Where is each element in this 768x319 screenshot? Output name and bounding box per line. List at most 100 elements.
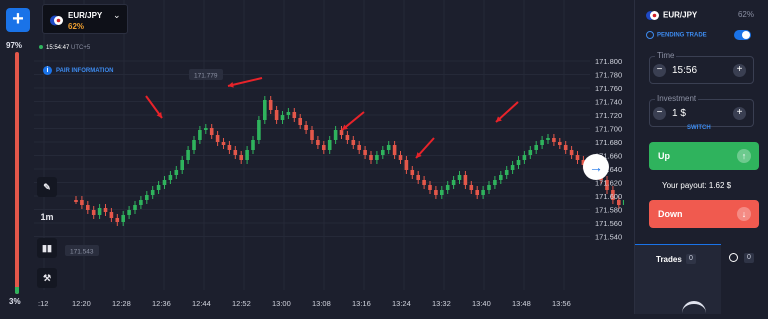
price-label: 171.600 bbox=[595, 192, 622, 201]
price-label: 171.700 bbox=[595, 125, 622, 134]
investment-minus-button[interactable]: − bbox=[653, 107, 666, 120]
candle-body bbox=[528, 150, 533, 155]
server-clock: 15:54:47 UTC+5 bbox=[39, 45, 90, 51]
time-label: :12 bbox=[38, 299, 48, 308]
candle-body bbox=[481, 190, 485, 195]
pending-trade-toggle[interactable] bbox=[734, 30, 751, 40]
clock-timezone: UTC+5 bbox=[71, 45, 91, 51]
time-plus-button[interactable]: + bbox=[733, 64, 746, 77]
price-label: 171.740 bbox=[595, 98, 622, 107]
candle-body bbox=[192, 140, 196, 150]
time-label: 13:40 bbox=[472, 299, 491, 308]
time-label: 13:48 bbox=[512, 299, 531, 308]
down-button[interactable]: Down ↓ bbox=[649, 200, 759, 228]
eu-jp-flag-icon bbox=[646, 11, 659, 20]
candle-body bbox=[209, 128, 214, 135]
candle-body bbox=[221, 142, 226, 145]
candle-body bbox=[493, 180, 497, 185]
candle-body bbox=[487, 185, 491, 190]
up-button[interactable]: Up ↑ bbox=[649, 142, 759, 170]
candle-body bbox=[103, 208, 108, 212]
candle-body bbox=[445, 185, 450, 190]
timer-count: 0 bbox=[744, 253, 754, 263]
price-label: 171.800 bbox=[595, 57, 622, 66]
panel-payout-pct: 62% bbox=[737, 10, 754, 19]
time-field[interactable]: Time − 15:56 + bbox=[649, 51, 754, 84]
trade-panel: EUR/JPY 62% PENDING TRADE Time − 15:56 +… bbox=[634, 0, 768, 314]
candle-body bbox=[74, 200, 78, 202]
panel-asset: EUR/JPY bbox=[646, 10, 697, 21]
loading-spinner-icon bbox=[682, 301, 706, 313]
investment-field[interactable]: Investment − 1 $ + bbox=[649, 94, 754, 127]
candle-body bbox=[227, 145, 232, 150]
candle-body bbox=[569, 150, 574, 155]
price-chart[interactable]: 171.800 171.780 171.760 171.740 171.720 171.7… bbox=[34, 0, 656, 314]
candle-body bbox=[322, 145, 326, 150]
candle-body bbox=[121, 215, 125, 222]
price-label: 171.560 bbox=[595, 219, 622, 228]
time-label: 12:36 bbox=[152, 299, 171, 308]
candle-body bbox=[109, 212, 114, 218]
down-label: Down bbox=[658, 209, 683, 219]
sentiment-buy-fill bbox=[15, 286, 19, 294]
candle-body bbox=[457, 175, 462, 180]
chevron-down-icon[interactable]: ⌄ bbox=[113, 10, 121, 21]
candle-body bbox=[274, 110, 279, 120]
investment-value[interactable]: 1 $ bbox=[672, 108, 686, 119]
chart-type-button[interactable]: ▮▮ bbox=[37, 238, 57, 258]
investment-plus-button[interactable]: + bbox=[733, 107, 746, 120]
pair-information-link[interactable]: i PAIR INFORMATION bbox=[43, 66, 113, 75]
investment-label: Investment bbox=[655, 94, 699, 103]
candle-body bbox=[522, 155, 527, 160]
candle-body bbox=[198, 130, 202, 140]
timer-tab[interactable]: 0 bbox=[725, 248, 768, 266]
candle-body bbox=[575, 155, 580, 160]
candle-body bbox=[310, 130, 314, 140]
candle-body bbox=[339, 130, 344, 135]
asset-selector[interactable]: EUR/JPY 62% ⌄ bbox=[42, 4, 128, 34]
trades-count: 0 bbox=[686, 254, 696, 264]
candle-body bbox=[381, 150, 385, 155]
candle-body bbox=[516, 160, 521, 165]
candle-body bbox=[327, 140, 332, 150]
arrow-up-icon: ↑ bbox=[737, 149, 751, 163]
price-label: 171.680 bbox=[595, 138, 622, 147]
candle-body bbox=[369, 155, 373, 160]
candle-body bbox=[80, 200, 84, 205]
candle-body bbox=[398, 155, 403, 160]
time-label: 13:16 bbox=[352, 299, 371, 308]
time-label: 12:20 bbox=[72, 299, 91, 308]
timeframe-button[interactable]: 1m bbox=[37, 207, 57, 227]
price-label: 171.540 bbox=[595, 233, 622, 242]
indicators-button[interactable]: ⚒ bbox=[37, 268, 57, 288]
time-minus-button[interactable]: − bbox=[653, 64, 666, 77]
candle-body bbox=[546, 138, 550, 140]
trades-tab[interactable]: Trades 0 bbox=[635, 244, 721, 314]
pair-info-label: PAIR INFORMATION bbox=[56, 68, 114, 74]
candlestick-chart[interactable]: 171.800 171.780 171.760 171.740 171.720 171.7… bbox=[34, 0, 656, 314]
eu-jp-flag-icon bbox=[50, 15, 63, 26]
time-label: 13:56 bbox=[552, 299, 571, 308]
sentiment-bar bbox=[15, 52, 19, 294]
candle-body bbox=[345, 135, 350, 140]
candle-body bbox=[410, 170, 415, 175]
draw-tool-button[interactable]: ✎ bbox=[37, 177, 57, 197]
time-label: 13:08 bbox=[312, 299, 331, 308]
add-chart-button[interactable]: + bbox=[6, 8, 30, 32]
switch-link[interactable]: SWITCH bbox=[687, 125, 711, 131]
candle-body bbox=[434, 190, 438, 195]
info-icon: i bbox=[43, 66, 52, 75]
candle-body bbox=[145, 195, 149, 200]
candle-body bbox=[304, 125, 308, 130]
time-value[interactable]: 15:56 bbox=[672, 65, 697, 76]
candle-body bbox=[504, 170, 509, 175]
candle-body bbox=[357, 145, 361, 150]
candle-body bbox=[133, 205, 137, 210]
low-marker: 171.543 bbox=[70, 249, 94, 256]
candle-body bbox=[245, 150, 249, 160]
candle-body bbox=[451, 180, 456, 185]
price-label: 171.720 bbox=[595, 111, 622, 120]
candle-body bbox=[139, 200, 143, 205]
left-rail: + 97% 3% bbox=[0, 0, 34, 314]
scroll-to-latest-button[interactable]: → bbox=[583, 154, 609, 180]
